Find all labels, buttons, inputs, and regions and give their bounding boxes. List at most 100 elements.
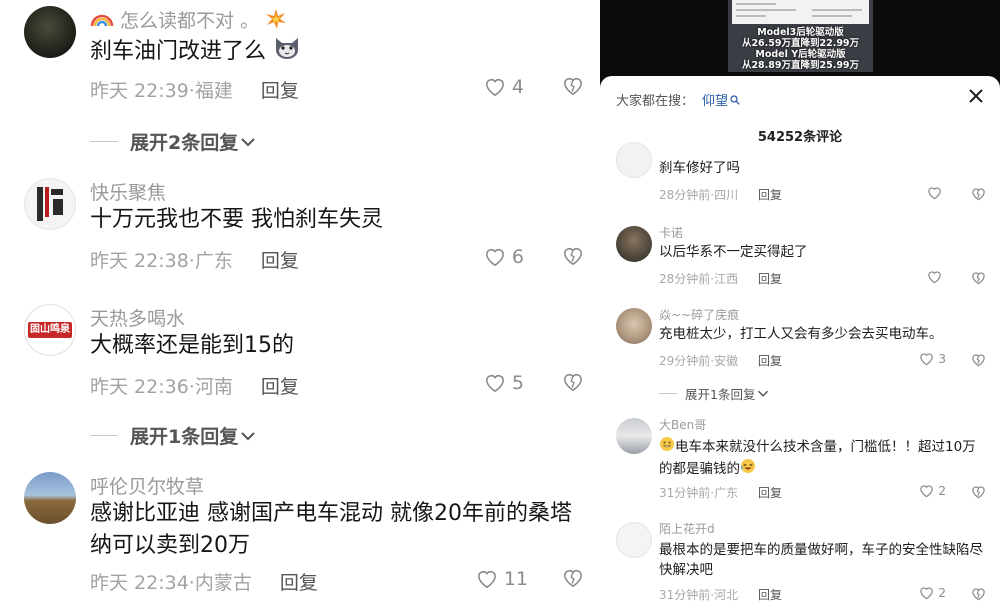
reply-button[interactable]: 回复 [280,572,318,594]
username[interactable]: 怎么读都不对 。 [90,6,287,35]
like-count: 6 [511,246,524,268]
username[interactable]: 天热多喝水 [90,304,185,331]
expand-replies-button[interactable]: 展开1条回复 [90,422,256,449]
avatar[interactable] [24,472,76,524]
dislike-button[interactable] [971,352,986,371]
username[interactable]: 陌上花开d [659,520,715,537]
broken-heart-icon [972,486,985,499]
comment-time: 28分钟前 [659,188,711,202]
like-button[interactable]: 3 [919,352,946,366]
reply-button[interactable]: 回复 [261,250,299,272]
like-button[interactable]: 4 [484,76,524,98]
document-thumbnail [732,0,869,24]
video-overlay-text: 从26.59万直降到22.99万 [741,38,860,49]
trending-search-term[interactable]: 仰望 [702,90,740,109]
video-frame[interactable]: Model3后轮驱动版 从26.59万直降到22.99万 Model Y后轮驱动… [728,0,873,72]
heart-icon [485,249,504,267]
like-button[interactable]: 5 [484,372,524,394]
grin-emoji-icon [659,436,675,458]
avatar[interactable] [616,142,652,178]
heart-icon [920,485,934,498]
avatar[interactable]: 固山鸣泉 [24,304,76,356]
heart-icon [485,375,504,393]
avatar[interactable] [24,178,76,230]
comment-location: 四川 [714,188,739,202]
comment-text: 电车本来就没什么技术含量，门槛低！！超过10万的都是骗钱的 [659,439,976,477]
comment-location: 河北 [714,588,739,602]
username[interactable]: 呼伦贝尔牧草 [90,472,204,499]
comment-text: 刹车油门改进了么 [90,39,267,64]
broken-heart-icon [564,374,582,392]
trending-search: 大家都在搜： 仰望 [616,90,740,109]
left-comment-panel: 怎么读都不对 。 刹车油门改进了么 昨天 22:39·福建 回复 4 展开2条回… [0,0,600,608]
reply-button[interactable]: 回复 [758,354,782,368]
like-button[interactable]: 6 [484,246,524,268]
comment-time: 昨天 22:36 [90,376,189,398]
like-button[interactable]: 2 [919,484,946,498]
comment-location: 内蒙古 [194,572,252,594]
dislike-button[interactable] [562,246,584,270]
reply-button[interactable]: 回复 [758,188,782,202]
heart-icon [928,187,941,200]
dislike-button[interactable] [971,586,986,605]
avatar[interactable] [24,6,76,58]
chevron-down-icon [241,137,255,146]
chevron-down-icon [758,390,769,397]
avatar[interactable] [616,308,652,344]
broken-heart-icon [564,248,582,266]
like-button[interactable]: 2 [919,586,946,600]
comment-location: 安徽 [714,354,739,368]
comment-sheet: 大家都在搜： 仰望 54252条评论 刹车修好了吗 28分钟前·四川 回复 卡诺… [600,76,1000,608]
expand-replies-button[interactable]: 展开1条回复 [659,384,769,403]
dislike-button[interactable] [562,568,584,592]
comment-location: 江西 [714,272,739,286]
like-button[interactable] [927,186,946,200]
heart-icon [920,587,934,600]
comment-time: 昨天 22:38 [90,250,189,272]
cat-icon [273,34,301,70]
comment-location: 广东 [714,486,739,500]
close-button[interactable] [966,86,986,106]
comment-text: 充电桩太少，打工人又会有多少会去买电动车。 [659,326,943,342]
reply-button[interactable]: 回复 [261,80,299,102]
video-overlay-text: Model Y后轮驱动版 [755,49,846,60]
dislike-button[interactable] [562,372,584,396]
comment-time: 29分钟前 [659,354,711,368]
right-video-comment-panel: Model3后轮驱动版 从26.59万直降到22.99万 Model Y后轮驱动… [600,0,1000,608]
username[interactable]: 卡诺 [659,224,683,241]
avatar[interactable] [616,226,652,262]
dislike-button[interactable] [971,186,986,205]
comment-text: 最根本的是要把车的质量做好啊，车子的安全性缺陷尽快解决吧 [659,542,983,578]
video-overlay-text: 从28.89万直降到25.99万 [741,60,860,71]
search-icon [730,94,740,105]
like-button[interactable] [927,270,946,284]
reply-button[interactable]: 回复 [758,486,782,500]
like-count: 2 [938,586,946,600]
like-count: 4 [511,76,524,98]
reply-button[interactable]: 回复 [758,272,782,286]
avatar[interactable] [616,418,652,454]
close-icon [969,89,983,103]
comment-text: 十万元我也不要 我怕刹车失灵 [90,207,383,232]
rainbow-icon [90,10,114,33]
broken-heart-icon [972,272,985,285]
dislike-button[interactable] [562,76,584,100]
username[interactable]: 焱~~碎了庑痕 [659,306,739,323]
expand-replies-button[interactable]: 展开2条回复 [90,128,256,155]
avatar[interactable] [616,522,652,558]
dislike-button[interactable] [971,484,986,503]
comment-time: 28分钟前 [659,272,711,286]
broken-heart-icon [564,78,582,96]
heart-icon [477,571,496,589]
reply-button[interactable]: 回复 [758,588,782,602]
dislike-button[interactable] [971,270,986,289]
username[interactable]: 大Ben哥 [659,416,706,433]
comment-text: 大概率还是能到15的 [90,333,294,358]
trending-search-label: 大家都在搜： [616,94,695,109]
like-count: 3 [938,352,946,366]
like-button[interactable]: 11 [476,568,528,590]
comment-location: 广东 [194,250,233,272]
reply-button[interactable]: 回复 [261,376,299,398]
username[interactable]: 快乐聚焦 [90,178,166,205]
like-count: 5 [511,372,524,394]
